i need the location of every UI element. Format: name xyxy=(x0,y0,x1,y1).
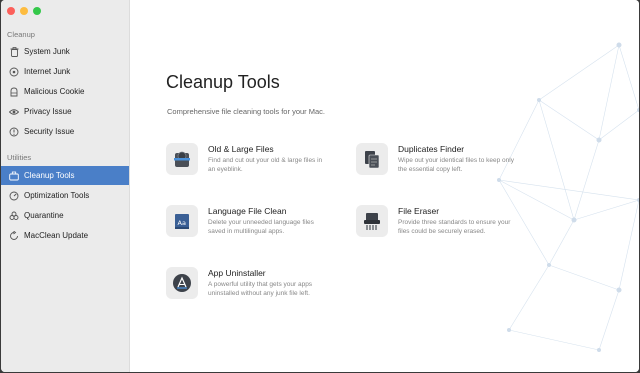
close-window-button[interactable] xyxy=(7,7,15,15)
duplicate-files-icon xyxy=(356,143,388,175)
trash-icon xyxy=(9,46,19,57)
sidebar-item-macclean-update[interactable]: MacClean Update xyxy=(1,226,129,245)
sidebar-item-label: Internet Junk xyxy=(24,67,71,76)
tool-description: Provide three standards to ensure your f… xyxy=(398,219,511,235)
sidebar-item-privacy-issue[interactable]: Privacy Issue xyxy=(1,102,129,121)
biohazard-icon xyxy=(9,211,19,221)
sidebar-item-malicious-cookie[interactable]: Malicious Cookie xyxy=(1,82,129,101)
globe-icon xyxy=(9,67,19,77)
sidebar-item-cleanup-tools[interactable]: Cleanup Tools xyxy=(1,166,129,185)
tool-name: Old & Large Files xyxy=(208,144,274,154)
sidebar-item-label: Malicious Cookie xyxy=(24,87,85,96)
window-controls xyxy=(7,7,41,15)
tool-name: Duplicates Finder xyxy=(398,144,465,154)
app-uninstall-icon xyxy=(166,267,198,299)
tool-file-eraser[interactable]: File Eraser Provide three standards to e… xyxy=(356,205,536,251)
tool-duplicates-finder[interactable]: Duplicates Finder Wipe out your identica… xyxy=(356,143,536,189)
language-file-icon: Aa xyxy=(166,205,198,237)
sidebar-item-system-junk[interactable]: System Junk xyxy=(1,42,129,61)
sidebar-item-internet-junk[interactable]: Internet Junk xyxy=(1,62,129,81)
toolbox-icon xyxy=(9,171,19,181)
tool-description: A powerful utility that gets your apps u… xyxy=(208,281,313,297)
sidebar-item-security-issue[interactable]: Security Issue xyxy=(1,122,129,141)
speed-icon xyxy=(9,191,19,201)
sidebar-item-label: MacClean Update xyxy=(24,231,89,240)
tool-description: Find and cut out your old & large files … xyxy=(208,157,323,173)
tool-name: File Eraser xyxy=(398,206,440,216)
page-title: Cleanup Tools xyxy=(166,72,280,92)
main-panel: Cleanup Tools Comprehensive file cleanin… xyxy=(130,0,639,372)
tool-app-uninstaller[interactable]: App Uninstaller A powerful utility that … xyxy=(166,267,346,313)
cookie-icon xyxy=(9,87,19,97)
sidebar-item-label: Privacy Issue xyxy=(24,107,72,116)
file-shredder-icon xyxy=(356,205,388,237)
sidebar-item-label: Security Issue xyxy=(24,127,75,136)
network-background-graphic xyxy=(497,42,639,352)
tool-old-large-files[interactable]: Old & Large Files Find and cut out your … xyxy=(166,143,346,189)
svg-text:Aa: Aa xyxy=(178,219,186,227)
tool-description: Wipe out your identical files to keep on… xyxy=(398,157,514,173)
sidebar-item-quarantine[interactable]: Quarantine xyxy=(1,206,129,225)
files-cutter-icon xyxy=(166,143,198,175)
shield-icon xyxy=(9,127,19,137)
refresh-icon xyxy=(9,230,19,241)
sidebar-item-label: Cleanup Tools xyxy=(24,171,75,180)
tool-description: Delete your unneeded language files save… xyxy=(208,219,314,235)
sidebar-section-cleanup: Cleanup xyxy=(7,30,35,39)
tool-language-file-clean[interactable]: Aa Language File Clean Delete your unnee… xyxy=(166,205,346,251)
sidebar-item-label: Optimization Tools xyxy=(24,191,90,200)
sidebar-item-optimization-tools[interactable]: Optimization Tools xyxy=(1,186,129,205)
eye-icon xyxy=(9,107,19,117)
minimize-window-button[interactable] xyxy=(20,7,28,15)
app-window: Cleanup System Junk Internet Junk Malici… xyxy=(1,0,639,372)
page-subtitle: Comprehensive file cleaning tools for yo… xyxy=(167,107,325,116)
sidebar-section-utilities: Utilities xyxy=(7,153,32,162)
tool-name: App Uninstaller xyxy=(208,268,266,278)
tool-name: Language File Clean xyxy=(208,206,287,216)
sidebar-item-label: Quarantine xyxy=(24,211,64,220)
sidebar: Cleanup System Junk Internet Junk Malici… xyxy=(1,0,130,372)
sidebar-item-label: System Junk xyxy=(24,47,70,56)
zoom-window-button[interactable] xyxy=(33,7,41,15)
